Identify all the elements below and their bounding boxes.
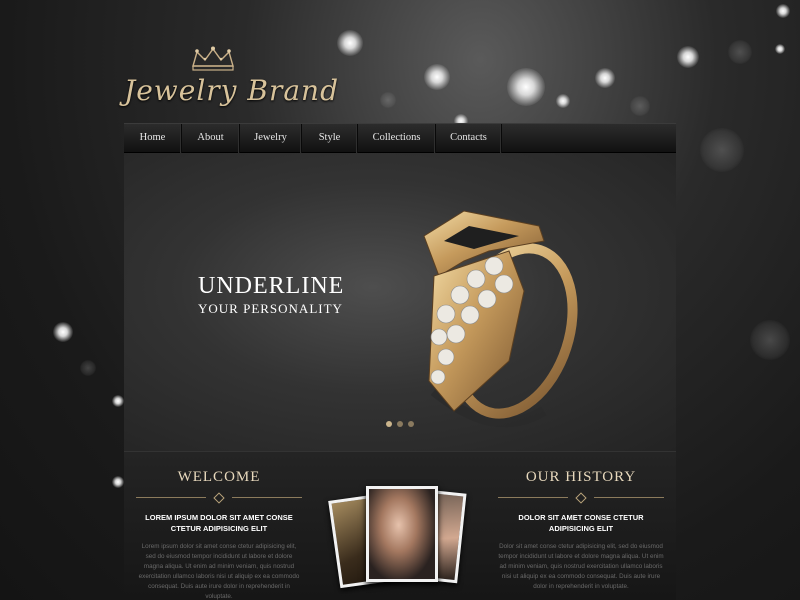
- history-body: Dolor sit amet conse ctetur adipisicing …: [498, 543, 664, 590]
- logo-text: Jewelry Brand: [124, 74, 340, 107]
- nav-item-style[interactable]: Style: [302, 124, 358, 153]
- diamond-sparkle: [677, 46, 699, 68]
- diamond-sparkle: [507, 68, 545, 106]
- slider-dot[interactable]: [408, 421, 414, 427]
- bokeh-light: [728, 40, 752, 64]
- welcome-subtitle: LOREM IPSUM DOLOR SIT AMET CONSE CTETUR …: [145, 513, 293, 533]
- slider-dot[interactable]: [397, 421, 403, 427]
- diamond-sparkle: [337, 30, 363, 56]
- gallery-photo[interactable]: [366, 486, 438, 582]
- welcome-column: WELCOME LOREM IPSUM DOLOR SIT AMET CONSE…: [134, 452, 304, 600]
- ring-image: [423, 210, 578, 428]
- hero-headline: UNDERLINE: [198, 273, 345, 299]
- main-nav: Home About Jewelry Style Collections Con…: [124, 123, 676, 153]
- diamond-sparkle: [556, 94, 570, 108]
- diamond-sparkle: [595, 68, 615, 88]
- diamond-sparkle: [112, 476, 124, 488]
- crown-icon: [192, 46, 234, 71]
- diamond-sparkle: [776, 4, 790, 18]
- slider-dot[interactable]: [386, 421, 392, 427]
- diamond-sparkle: [775, 44, 785, 54]
- nav-item-contacts[interactable]: Contacts: [436, 124, 502, 153]
- welcome-body: Lorem ipsum dolor sit amet conse ctetur …: [138, 543, 300, 600]
- bokeh-light: [750, 320, 790, 360]
- hero-slider: UNDERLINE YOUR PERSONALITY: [124, 153, 676, 451]
- history-column: OUR HISTORY DOLOR SIT AMET CONSE CTETUR …: [496, 452, 666, 592]
- ornament-divider: [136, 492, 302, 504]
- bokeh-light: [80, 360, 96, 376]
- diamond-sparkle: [424, 64, 450, 90]
- history-title: OUR HISTORY: [525, 469, 637, 485]
- nav-item-about[interactable]: About: [182, 124, 240, 153]
- nav-item-collections[interactable]: Collections: [358, 124, 436, 153]
- history-subtitle: DOLOR SIT AMET CONSE CTETUR ADIPISICING …: [518, 513, 644, 533]
- content-section: WELCOME LOREM IPSUM DOLOR SIT AMET CONSE…: [124, 451, 676, 600]
- diamond-sparkle: [112, 395, 124, 407]
- nav-item-home[interactable]: Home: [124, 124, 182, 153]
- bokeh-light: [700, 128, 744, 172]
- bokeh-light: [380, 92, 396, 108]
- welcome-title: WELCOME: [177, 469, 261, 485]
- brand-logo[interactable]: Jewelry Brand: [124, 44, 338, 114]
- photo-stack: [328, 484, 467, 600]
- slider-pagination: [386, 421, 414, 427]
- hero-subline: YOUR PERSONALITY: [198, 301, 343, 316]
- bokeh-light: [630, 96, 650, 116]
- nav-item-jewelry[interactable]: Jewelry: [240, 124, 302, 153]
- ornament-divider: [498, 492, 664, 504]
- diamond-sparkle: [53, 322, 73, 342]
